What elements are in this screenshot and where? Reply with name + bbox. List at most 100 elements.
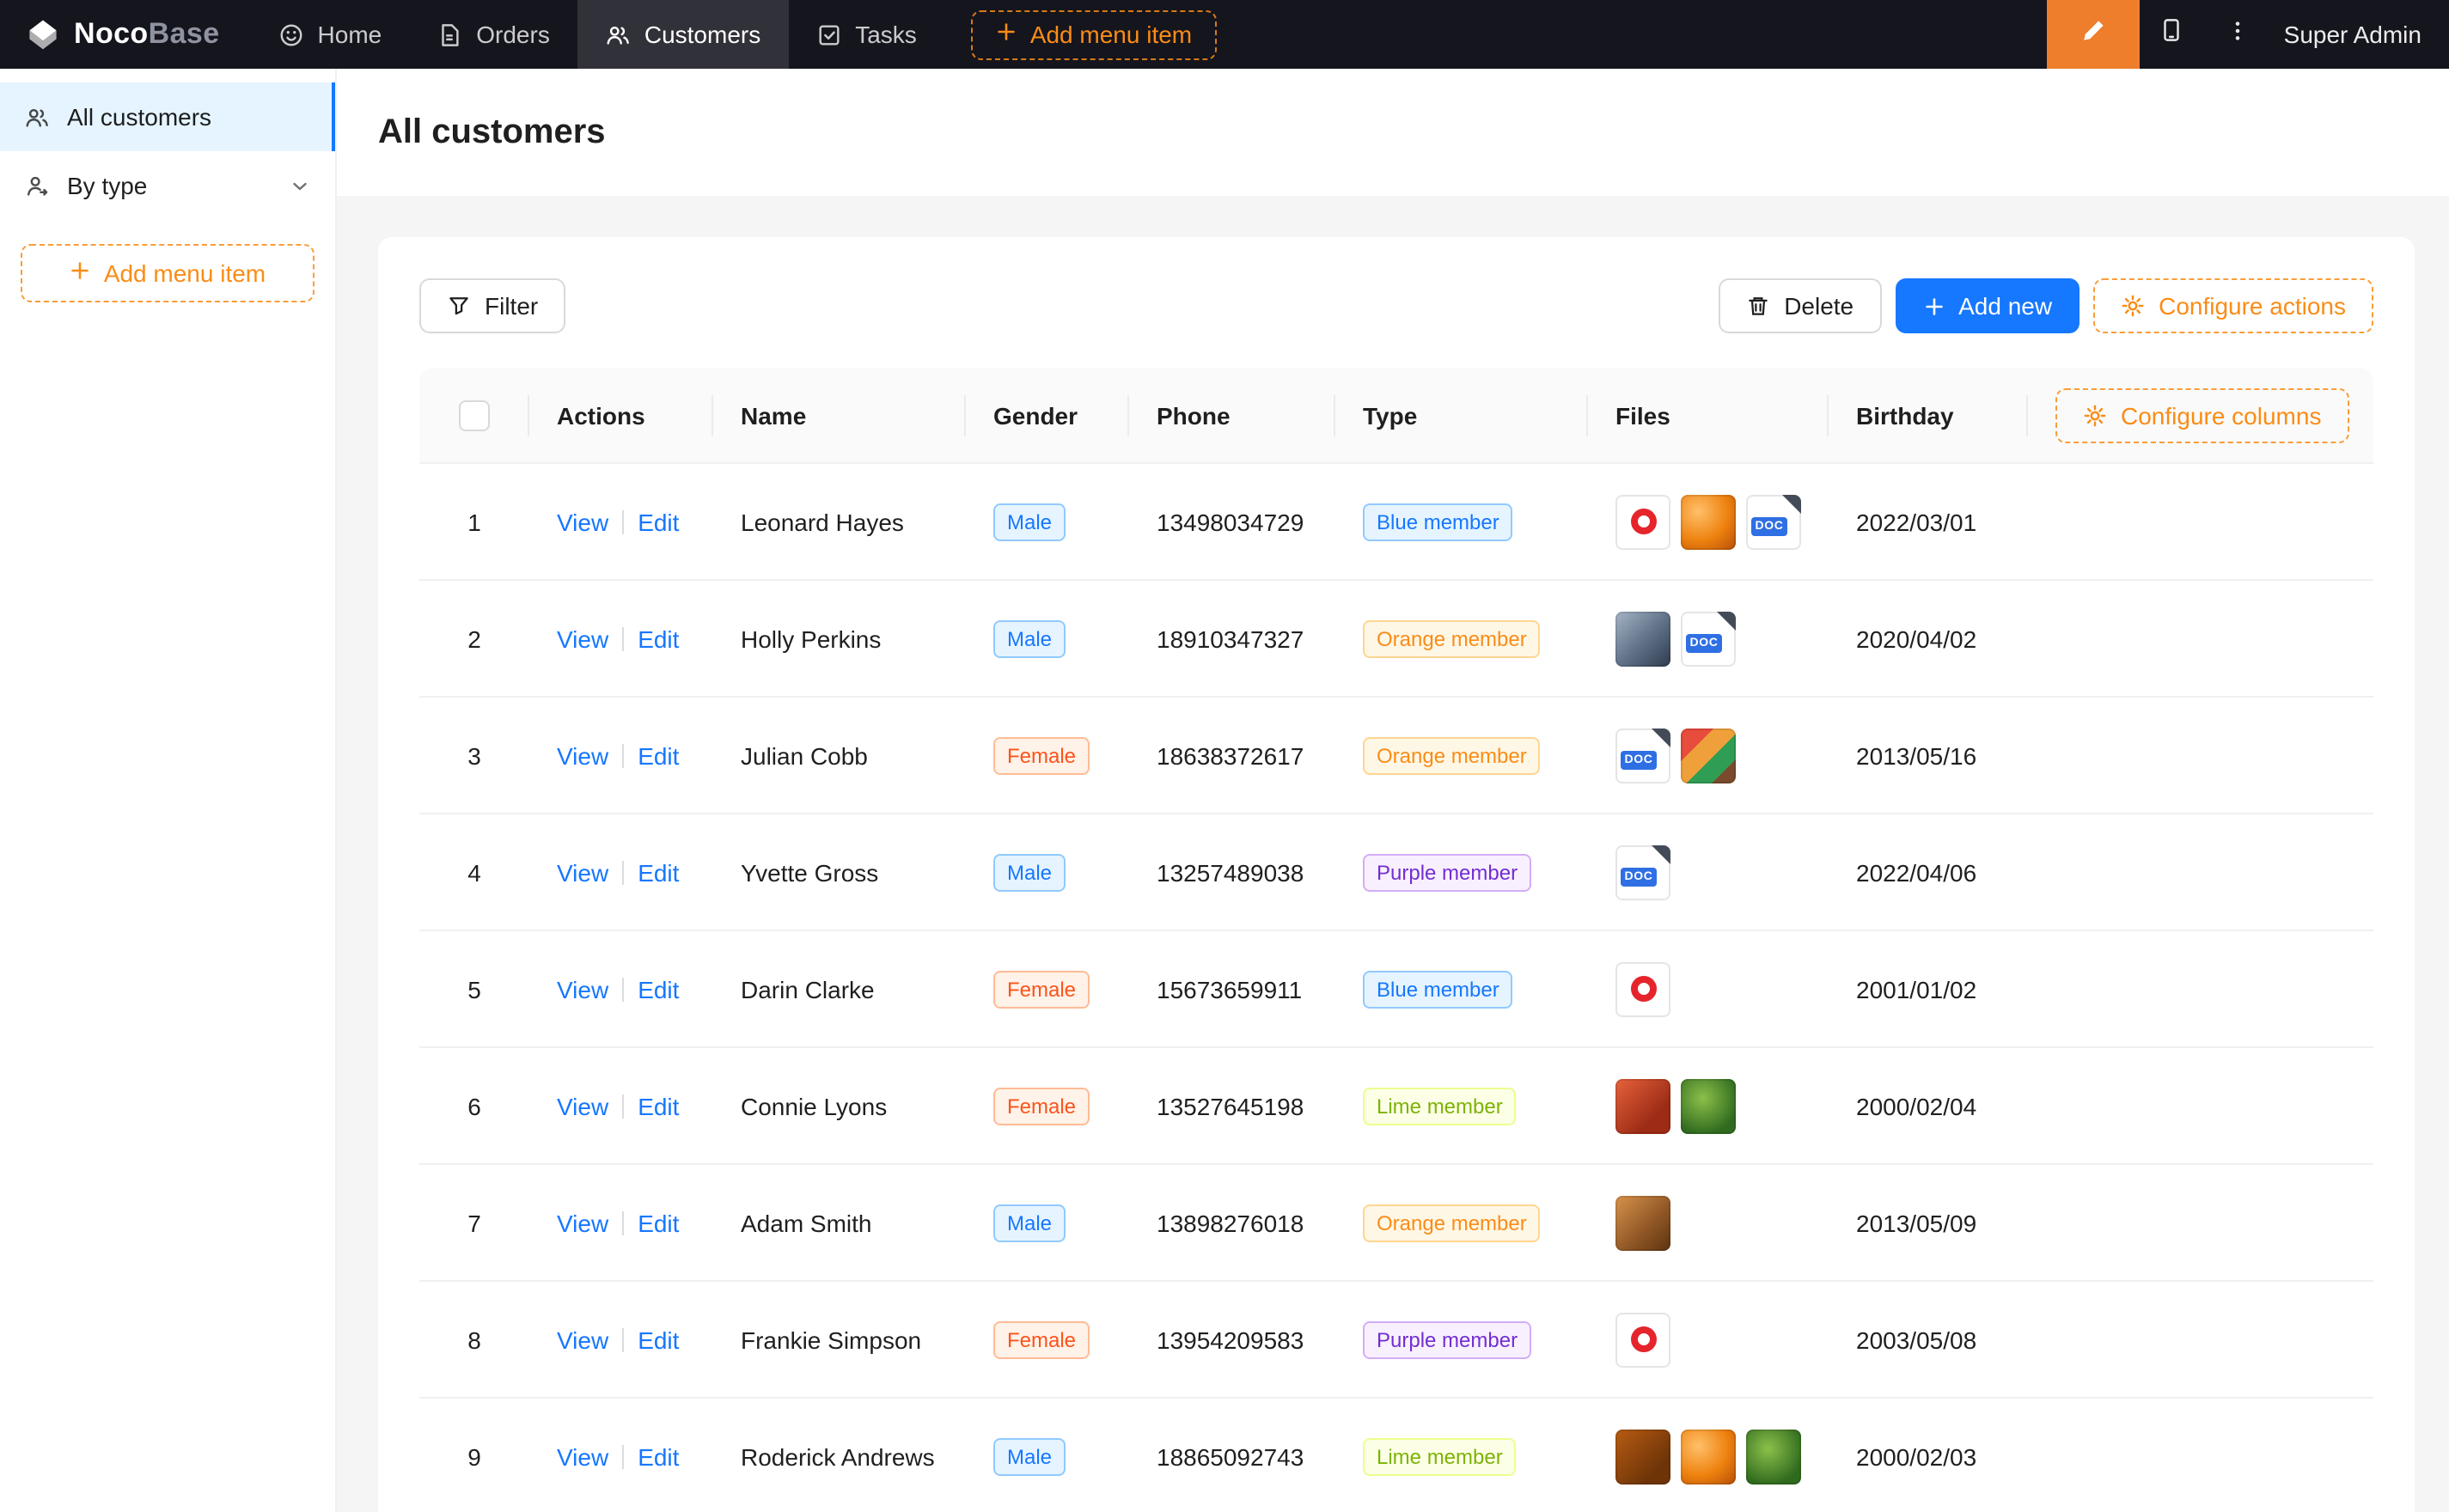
phone-cell: 18638372617 xyxy=(1129,698,1335,814)
view-link[interactable]: View xyxy=(557,975,608,1003)
image-file-thumbnail[interactable] xyxy=(1681,1078,1736,1133)
table-row: 2 ViewEdit Holly Perkins Male 1891034732… xyxy=(419,581,2373,698)
row-actions-cell: View Edit xyxy=(529,931,713,1048)
nav-item-customers[interactable]: Customers xyxy=(577,0,788,69)
mobile-view-button[interactable] xyxy=(2140,0,2205,69)
sidebar-item-label: By type xyxy=(67,172,272,199)
image-file-thumbnail[interactable] xyxy=(1681,728,1736,783)
filter-button[interactable]: Filter xyxy=(419,278,565,333)
current-user-menu[interactable]: Super Admin xyxy=(2270,21,2449,48)
type-cell: Blue member xyxy=(1335,464,1588,581)
sidebar-add-menu-item-button[interactable]: Add menu item xyxy=(21,244,315,302)
image-file-thumbnail[interactable] xyxy=(1681,494,1736,549)
member-type-tag: Orange member xyxy=(1363,1204,1541,1241)
topbar-add-menu-item-label: Add menu item xyxy=(1030,21,1192,48)
edit-link[interactable]: Edit xyxy=(638,975,679,1003)
image-file-thumbnail[interactable] xyxy=(1615,611,1670,666)
member-type-tag: Blue member xyxy=(1363,970,1513,1008)
sidebar-item-all-customers[interactable]: All customers xyxy=(0,82,335,151)
column-header-type: Type xyxy=(1335,368,1588,464)
view-link[interactable]: View xyxy=(557,1442,608,1470)
action-divider xyxy=(622,509,624,533)
nav-item-tasks[interactable]: Tasks xyxy=(788,0,944,69)
image-file-thumbnail[interactable] xyxy=(1615,1195,1670,1250)
image-file-thumbnail[interactable] xyxy=(1681,1429,1736,1484)
birthday-cell: 2000/02/03 xyxy=(1829,1399,2028,1512)
pdf-file-thumbnail[interactable] xyxy=(1615,1312,1670,1367)
image-file-thumbnail[interactable] xyxy=(1615,1429,1670,1484)
view-link[interactable]: View xyxy=(557,741,608,769)
edit-link[interactable]: Edit xyxy=(638,1209,679,1236)
row-actions-cell: View Edit xyxy=(529,1399,713,1512)
topbar-add-menu-item-button[interactable]: Add menu item xyxy=(972,9,1216,59)
filter-button-label: Filter xyxy=(485,292,538,320)
image-file-thumbnail[interactable] xyxy=(1615,1078,1670,1133)
smile-icon xyxy=(278,21,304,47)
member-type-tag: Lime member xyxy=(1363,1087,1517,1125)
view-link[interactable]: View xyxy=(557,625,608,652)
configure-columns-header-cell: Configure columns xyxy=(2028,368,2373,464)
table-row: 3 ViewEdit Julian Cobb Female 1863837261… xyxy=(419,698,2373,814)
configure-columns-button[interactable]: Configure columns xyxy=(2055,387,2348,442)
pdf-file-thumbnail[interactable] xyxy=(1615,494,1670,549)
doc-file-thumbnail[interactable]: DOC xyxy=(1615,844,1670,899)
table-body: 1 ViewEdit Leonard Hayes Male 1349803472… xyxy=(419,464,2373,1512)
add-new-button[interactable]: Add new xyxy=(1895,278,2080,333)
gender-cell: Female xyxy=(966,1048,1129,1165)
nav-item-home[interactable]: Home xyxy=(251,0,410,69)
gender-tag: Male xyxy=(993,1204,1066,1241)
table-toolbar: Filter Delete Add new xyxy=(419,278,2373,333)
gender-tag: Female xyxy=(993,970,1090,1008)
phone-cell: 13527645198 xyxy=(1129,1048,1335,1165)
view-link[interactable]: View xyxy=(557,1092,608,1119)
edit-link[interactable]: Edit xyxy=(638,741,679,769)
view-link[interactable]: View xyxy=(557,1209,608,1236)
action-divider xyxy=(622,743,624,767)
edit-link[interactable]: Edit xyxy=(638,625,679,652)
edit-link[interactable]: Edit xyxy=(638,508,679,535)
page-header: All customers xyxy=(337,69,2449,196)
edit-link[interactable]: Edit xyxy=(638,1442,679,1470)
image-file-thumbnail[interactable] xyxy=(1746,1429,1801,1484)
nav-item-label: Orders xyxy=(476,21,550,48)
select-all-header-cell xyxy=(419,368,529,464)
view-link[interactable]: View xyxy=(557,858,608,886)
type-cell: Blue member xyxy=(1335,931,1588,1048)
ui-editor-button[interactable] xyxy=(2047,0,2140,69)
column-header-files: Files xyxy=(1588,368,1829,464)
action-divider xyxy=(622,1094,624,1118)
edit-link[interactable]: Edit xyxy=(638,1092,679,1119)
more-actions-button[interactable] xyxy=(2205,0,2270,69)
table-row: 9 ViewEdit Roderick Andrews Male 1886509… xyxy=(419,1399,2373,1512)
nav-item-orders[interactable]: Orders xyxy=(409,0,577,69)
empty-cell xyxy=(2028,1165,2373,1282)
select-all-checkbox[interactable] xyxy=(459,399,490,430)
gear-icon xyxy=(2083,403,2107,427)
action-divider xyxy=(622,1444,624,1468)
sidebar-add-menu-item-label: Add menu item xyxy=(104,259,266,287)
view-link[interactable]: View xyxy=(557,508,608,535)
configure-actions-button[interactable]: Configure actions xyxy=(2093,278,2373,333)
gender-tag: Male xyxy=(993,619,1066,657)
doc-icon: DOC xyxy=(1686,633,1722,652)
sidebar-item-by-type[interactable]: By type xyxy=(0,151,335,220)
delete-button[interactable]: Delete xyxy=(1719,278,1881,333)
doc-file-thumbnail[interactable]: DOC xyxy=(1681,611,1736,666)
doc-file-thumbnail[interactable]: DOC xyxy=(1746,494,1801,549)
doc-file-thumbnail[interactable]: DOC xyxy=(1615,728,1670,783)
birthday-cell: 2020/04/02 xyxy=(1829,581,2028,698)
edit-link[interactable]: Edit xyxy=(638,1326,679,1353)
gender-tag: Female xyxy=(993,1087,1090,1125)
name-cell: Frankie Simpson xyxy=(713,1282,966,1399)
toolbar-right-group: Delete Add new Configure actions xyxy=(1719,278,2373,333)
gender-cell: Male xyxy=(966,1399,1129,1512)
type-cell: Orange member xyxy=(1335,1165,1588,1282)
view-link[interactable]: View xyxy=(557,1326,608,1353)
kebab-icon xyxy=(2226,18,2250,51)
member-type-tag: Purple member xyxy=(1363,853,1531,891)
table-block: Filter Delete Add new xyxy=(378,237,2415,1512)
nocobase-logo[interactable]: NocoBase xyxy=(0,15,251,53)
action-divider xyxy=(622,1210,624,1235)
edit-link[interactable]: Edit xyxy=(638,858,679,886)
pdf-file-thumbnail[interactable] xyxy=(1615,961,1670,1016)
